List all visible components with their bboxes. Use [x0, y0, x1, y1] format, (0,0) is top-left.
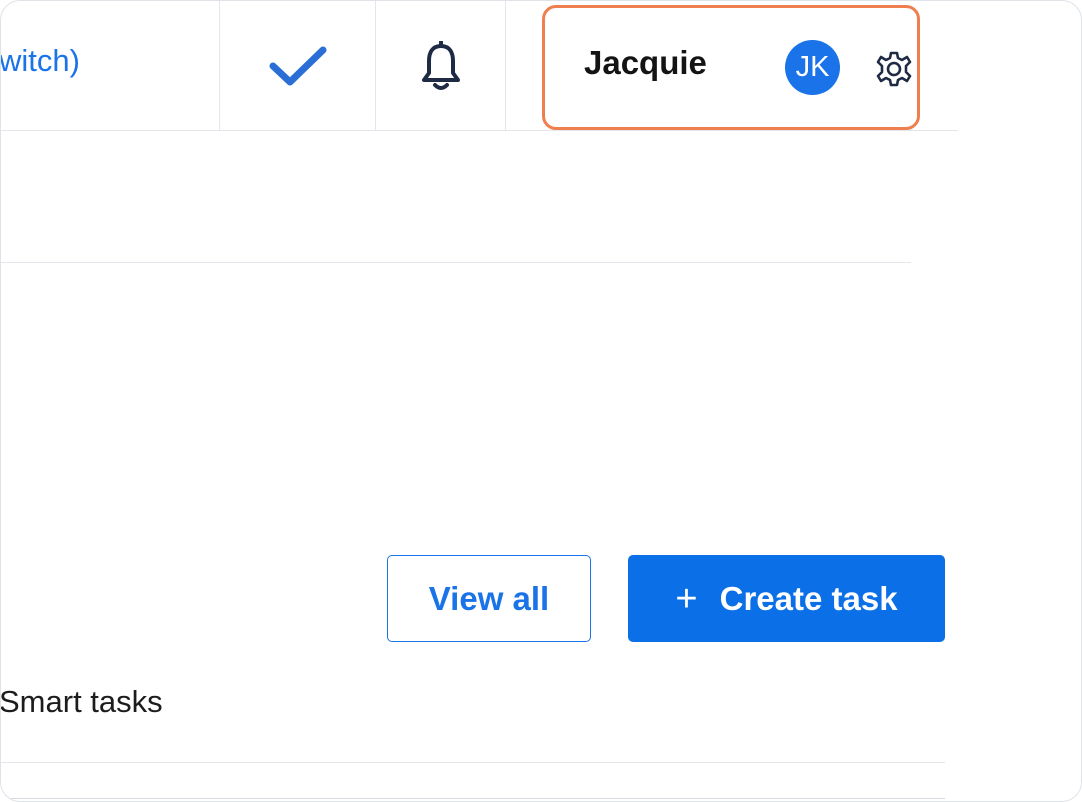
smart-tasks-tab[interactable]: Smart tasks: [1, 684, 163, 720]
content-top-border: [1, 798, 945, 799]
top-header: witch) Jacquie JK: [1, 1, 958, 131]
avatar-initials: JK: [795, 51, 830, 83]
section-divider: [1, 262, 911, 263]
header-divider: [505, 1, 506, 130]
bell-icon: [421, 40, 460, 90]
avatar[interactable]: JK: [785, 40, 840, 95]
tasks-check-button[interactable]: [220, 1, 375, 130]
plus-icon: +: [675, 577, 698, 620]
tabs-divider: [1, 762, 945, 763]
workspace-switch-link[interactable]: witch): [1, 43, 80, 79]
check-icon: [269, 46, 326, 85]
create-task-label: Create task: [719, 579, 898, 617]
notifications-button[interactable]: [376, 1, 505, 130]
user-name: Jacquie: [584, 44, 707, 81]
view-all-label: View all: [428, 579, 550, 617]
app-window: witch) Jacquie JK View all + Create task…: [0, 0, 1082, 802]
user-menu[interactable]: Jacquie JK: [542, 5, 920, 130]
gear-icon[interactable]: [875, 50, 913, 88]
create-task-button[interactable]: + Create task: [628, 555, 945, 642]
view-all-button[interactable]: View all: [387, 555, 591, 642]
